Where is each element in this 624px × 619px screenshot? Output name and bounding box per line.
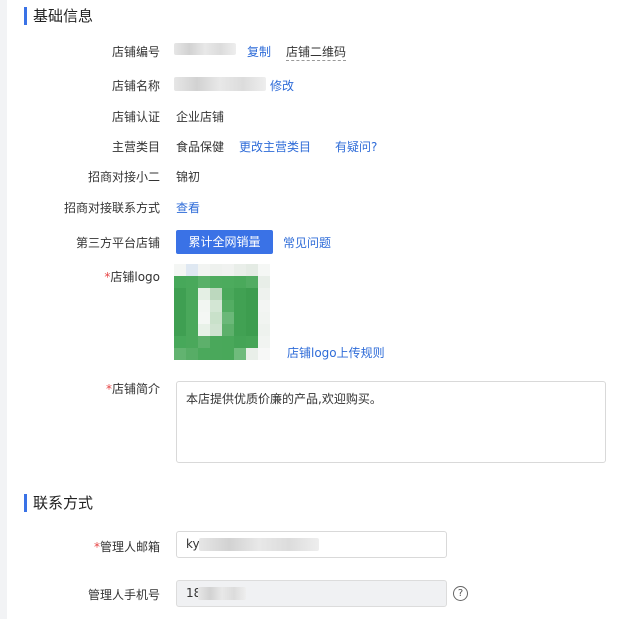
section-title-contact: 联系方式 bbox=[24, 494, 93, 512]
total-sales-button[interactable]: 累计全网销量 bbox=[176, 230, 273, 254]
shop-logo-label-text: 店铺logo bbox=[110, 270, 160, 284]
certification-value: 企业店铺 bbox=[176, 110, 225, 124]
shop-id-value-redacted bbox=[174, 43, 236, 55]
main-category-value: 食品保健 bbox=[176, 140, 225, 154]
shop-intro-label: *店铺简介 bbox=[0, 380, 160, 397]
admin-email-label-text: 管理人邮箱 bbox=[99, 540, 160, 554]
view-contact-method-link[interactable]: 查看 bbox=[176, 199, 200, 216]
change-category-link[interactable]: 更改主营类目 bbox=[239, 138, 311, 155]
shop-id-label: 店铺编号 bbox=[111, 45, 160, 59]
edit-shop-name-link[interactable]: 修改 bbox=[270, 77, 294, 94]
certification-label: 店铺认证 bbox=[111, 110, 160, 124]
category-question-link[interactable]: 有疑问? bbox=[335, 138, 377, 155]
shop-logo-image[interactable] bbox=[174, 264, 270, 360]
main-category-label: 主营类目 bbox=[111, 140, 160, 154]
admin-phone-label: 管理人手机号 bbox=[87, 588, 160, 602]
shop-logo-label: *店铺logo bbox=[0, 268, 160, 285]
shop-intro-label-text: 店铺简介 bbox=[111, 382, 160, 396]
contact-staff-label: 招商对接小二 bbox=[87, 170, 160, 184]
admin-email-redacted bbox=[199, 538, 319, 551]
section-title-basic-info: 基础信息 bbox=[24, 7, 93, 25]
contact-method-label: 招商对接联系方式 bbox=[63, 201, 160, 215]
question-circle-icon[interactable]: ? bbox=[453, 586, 468, 601]
shop-name-label: 店铺名称 bbox=[111, 79, 160, 93]
shop-qr-code-link[interactable]: 店铺二维码 bbox=[286, 43, 347, 61]
logo-upload-rules-link[interactable]: 店铺logo上传规则 bbox=[287, 344, 385, 361]
shop-name-value-redacted bbox=[174, 77, 266, 91]
contact-staff-value: 锦初 bbox=[176, 170, 201, 184]
shop-intro-textarea[interactable]: 本店提供优质价廉的产品,欢迎购买。 bbox=[176, 381, 606, 463]
copy-shop-id-link[interactable]: 复制 bbox=[247, 43, 271, 60]
admin-email-value: ky bbox=[186, 537, 200, 551]
admin-phone-redacted bbox=[198, 587, 246, 600]
shop-logo-pixelated bbox=[174, 264, 270, 360]
admin-email-label: *管理人邮箱 bbox=[0, 538, 160, 555]
faq-link[interactable]: 常见问题 bbox=[283, 234, 331, 251]
third-party-shop-label: 第三方平台店铺 bbox=[75, 236, 160, 250]
